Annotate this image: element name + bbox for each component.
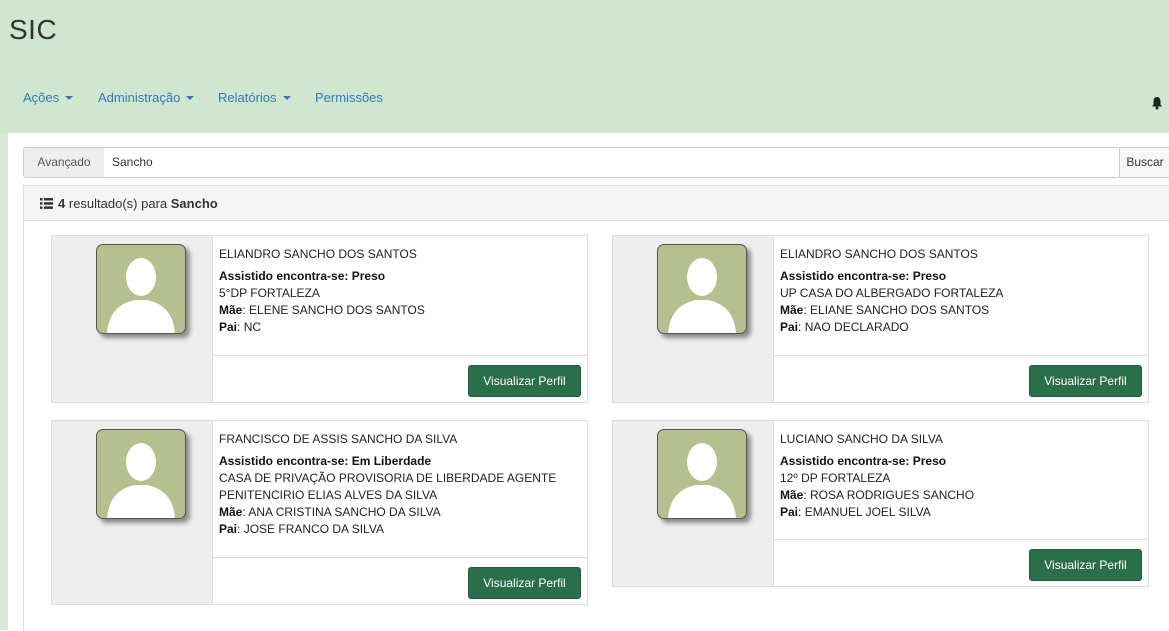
card-footer: Visualizar Perfil bbox=[213, 557, 587, 604]
results-count: 4 bbox=[58, 196, 66, 211]
person-status: Assistido encontra-se: Em Liberdade bbox=[219, 453, 579, 470]
person-silhouette-icon bbox=[96, 429, 186, 519]
chevron-down-icon bbox=[65, 96, 74, 100]
results-heading: 4 resultado(s) para Sancho bbox=[24, 186, 1169, 221]
card-footer: Visualizar Perfil bbox=[774, 355, 1148, 402]
person-info: FRANCISCO DE ASSIS SANCHO DA SILVA Assis… bbox=[219, 431, 579, 538]
person-father: Pai: JOSE FRANCO DA SILVA bbox=[219, 522, 384, 536]
status-value: Em Liberdade bbox=[351, 454, 432, 468]
view-profile-button[interactable]: Visualizar Perfil bbox=[1029, 365, 1142, 397]
view-profile-button[interactable]: Visualizar Perfil bbox=[468, 567, 581, 599]
card-footer: Visualizar Perfil bbox=[213, 355, 587, 402]
person-silhouette-icon bbox=[96, 244, 186, 334]
person-father: Pai: NAO DECLARADO bbox=[780, 320, 909, 334]
status-label: Assistido encontra-se: bbox=[219, 269, 349, 283]
photo-cell bbox=[613, 421, 774, 586]
search-mode-toggle[interactable]: Avançado bbox=[23, 147, 105, 178]
status-label: Assistido encontra-se: bbox=[780, 454, 910, 468]
person-location: UP CASA DO ALBERGADO FORTALEZA bbox=[780, 286, 1004, 300]
father-label: Pai bbox=[780, 505, 799, 519]
father-label: Pai bbox=[219, 522, 238, 536]
person-mother: Mãe: ANA CRISTINA SANCHO DA SILVA bbox=[219, 505, 441, 519]
person-card: ELIANDRO SANCHO DOS SANTOS Assistido enc… bbox=[51, 235, 588, 403]
person-father: Pai: EMANUEL JOEL SILVA bbox=[780, 505, 931, 519]
mother-label: Mãe bbox=[780, 488, 804, 502]
status-value: Preso bbox=[912, 269, 947, 283]
nav-permissoes[interactable]: Permissões bbox=[315, 90, 383, 105]
person-location: CASA DE PRIVAÇÃO PROVISORIA DE LIBERDADE… bbox=[219, 471, 557, 502]
chevron-down-icon bbox=[282, 96, 291, 100]
nav-administracao-label: Administração bbox=[98, 90, 181, 105]
status-label: Assistido encontra-se: bbox=[219, 454, 349, 468]
person-mother: Mãe: ELIANE SANCHO DOS SANTOS bbox=[780, 303, 990, 317]
status-value: Preso bbox=[912, 454, 947, 468]
father-label: Pai bbox=[219, 320, 238, 334]
mother-label: Mãe bbox=[780, 303, 804, 317]
results-query: Sancho bbox=[170, 196, 218, 211]
mother-label: Mãe bbox=[219, 505, 243, 519]
person-father: Pai: NC bbox=[219, 320, 262, 334]
search-input[interactable]: Sancho bbox=[104, 147, 1118, 178]
father-value: EMANUEL JOEL SILVA bbox=[804, 505, 931, 519]
person-card: FRANCISCO DE ASSIS SANCHO DA SILVA Assis… bbox=[51, 420, 588, 605]
mother-value: ROSA RODRIGUES SANCHO bbox=[810, 488, 975, 502]
view-profile-button[interactable]: Visualizar Perfil bbox=[1029, 549, 1142, 581]
photo-cell bbox=[52, 421, 213, 604]
person-name: FRANCISCO DE ASSIS SANCHO DA SILVA bbox=[219, 432, 458, 446]
left-accent-strip bbox=[0, 133, 8, 630]
nav-relatorios[interactable]: Relatórios bbox=[218, 90, 291, 105]
photo-cell bbox=[613, 236, 774, 402]
mother-value: ANA CRISTINA SANCHO DA SILVA bbox=[248, 505, 441, 519]
search-button[interactable]: Buscar bbox=[1119, 147, 1169, 178]
father-value: NAO DECLARADO bbox=[804, 320, 909, 334]
results-summary: 4 resultado(s) para Sancho bbox=[40, 196, 218, 211]
card-footer: Visualizar Perfil bbox=[774, 539, 1148, 586]
app-brand[interactable]: SIC bbox=[9, 14, 57, 46]
bell-icon[interactable] bbox=[1151, 96, 1163, 110]
nav-relatorios-label: Relatórios bbox=[218, 90, 277, 105]
person-name: ELIANDRO SANCHO DOS SANTOS bbox=[780, 247, 978, 261]
person-mother: Mãe: ROSA RODRIGUES SANCHO bbox=[780, 488, 975, 502]
person-card: LUCIANO SANCHO DA SILVA Assistido encont… bbox=[612, 420, 1149, 587]
father-label: Pai bbox=[780, 320, 799, 334]
person-mother: Mãe: ELENE SANCHO DOS SANTOS bbox=[219, 303, 425, 317]
mother-label: Mãe bbox=[219, 303, 243, 317]
nav-acoes[interactable]: Ações bbox=[23, 90, 74, 105]
nav-permissoes-label: Permissões bbox=[315, 90, 383, 105]
father-value: JOSE FRANCO DA SILVA bbox=[243, 522, 384, 536]
view-profile-button[interactable]: Visualizar Perfil bbox=[468, 365, 581, 397]
person-status: Assistido encontra-se: Preso bbox=[780, 453, 1140, 470]
results-label: resultado(s) para bbox=[68, 196, 168, 211]
father-value: NC bbox=[243, 320, 262, 334]
nav-acoes-label: Ações bbox=[23, 90, 60, 105]
person-info: LUCIANO SANCHO DA SILVA Assistido encont… bbox=[780, 431, 1140, 521]
list-icon bbox=[40, 198, 53, 209]
person-card: ELIANDRO SANCHO DOS SANTOS Assistido enc… bbox=[612, 235, 1149, 403]
mother-value: ELIANE SANCHO DOS SANTOS bbox=[810, 303, 990, 317]
nav-administracao[interactable]: Administração bbox=[98, 90, 195, 105]
person-location: 5°DP FORTALEZA bbox=[219, 286, 320, 300]
status-label: Assistido encontra-se: bbox=[780, 269, 910, 283]
person-info: ELIANDRO SANCHO DOS SANTOS Assistido enc… bbox=[219, 246, 579, 336]
top-navbar: SIC Ações Administração Relatórios Permi… bbox=[0, 0, 1169, 133]
person-name: LUCIANO SANCHO DA SILVA bbox=[780, 432, 943, 446]
photo-cell bbox=[52, 236, 213, 402]
status-value: Preso bbox=[351, 269, 386, 283]
person-status: Assistido encontra-se: Preso bbox=[780, 268, 1140, 285]
chevron-down-icon bbox=[186, 96, 195, 100]
mother-value: ELENE SANCHO DOS SANTOS bbox=[249, 303, 425, 317]
search-bar: Avançado Sancho Buscar bbox=[23, 147, 1169, 178]
person-info: ELIANDRO SANCHO DOS SANTOS Assistido enc… bbox=[780, 246, 1140, 336]
person-silhouette-icon bbox=[657, 244, 747, 334]
person-silhouette-icon bbox=[657, 429, 747, 519]
person-location: 12º DP FORTALEZA bbox=[780, 471, 891, 485]
person-name: ELIANDRO SANCHO DOS SANTOS bbox=[219, 247, 417, 261]
person-status: Assistido encontra-se: Preso bbox=[219, 268, 579, 285]
